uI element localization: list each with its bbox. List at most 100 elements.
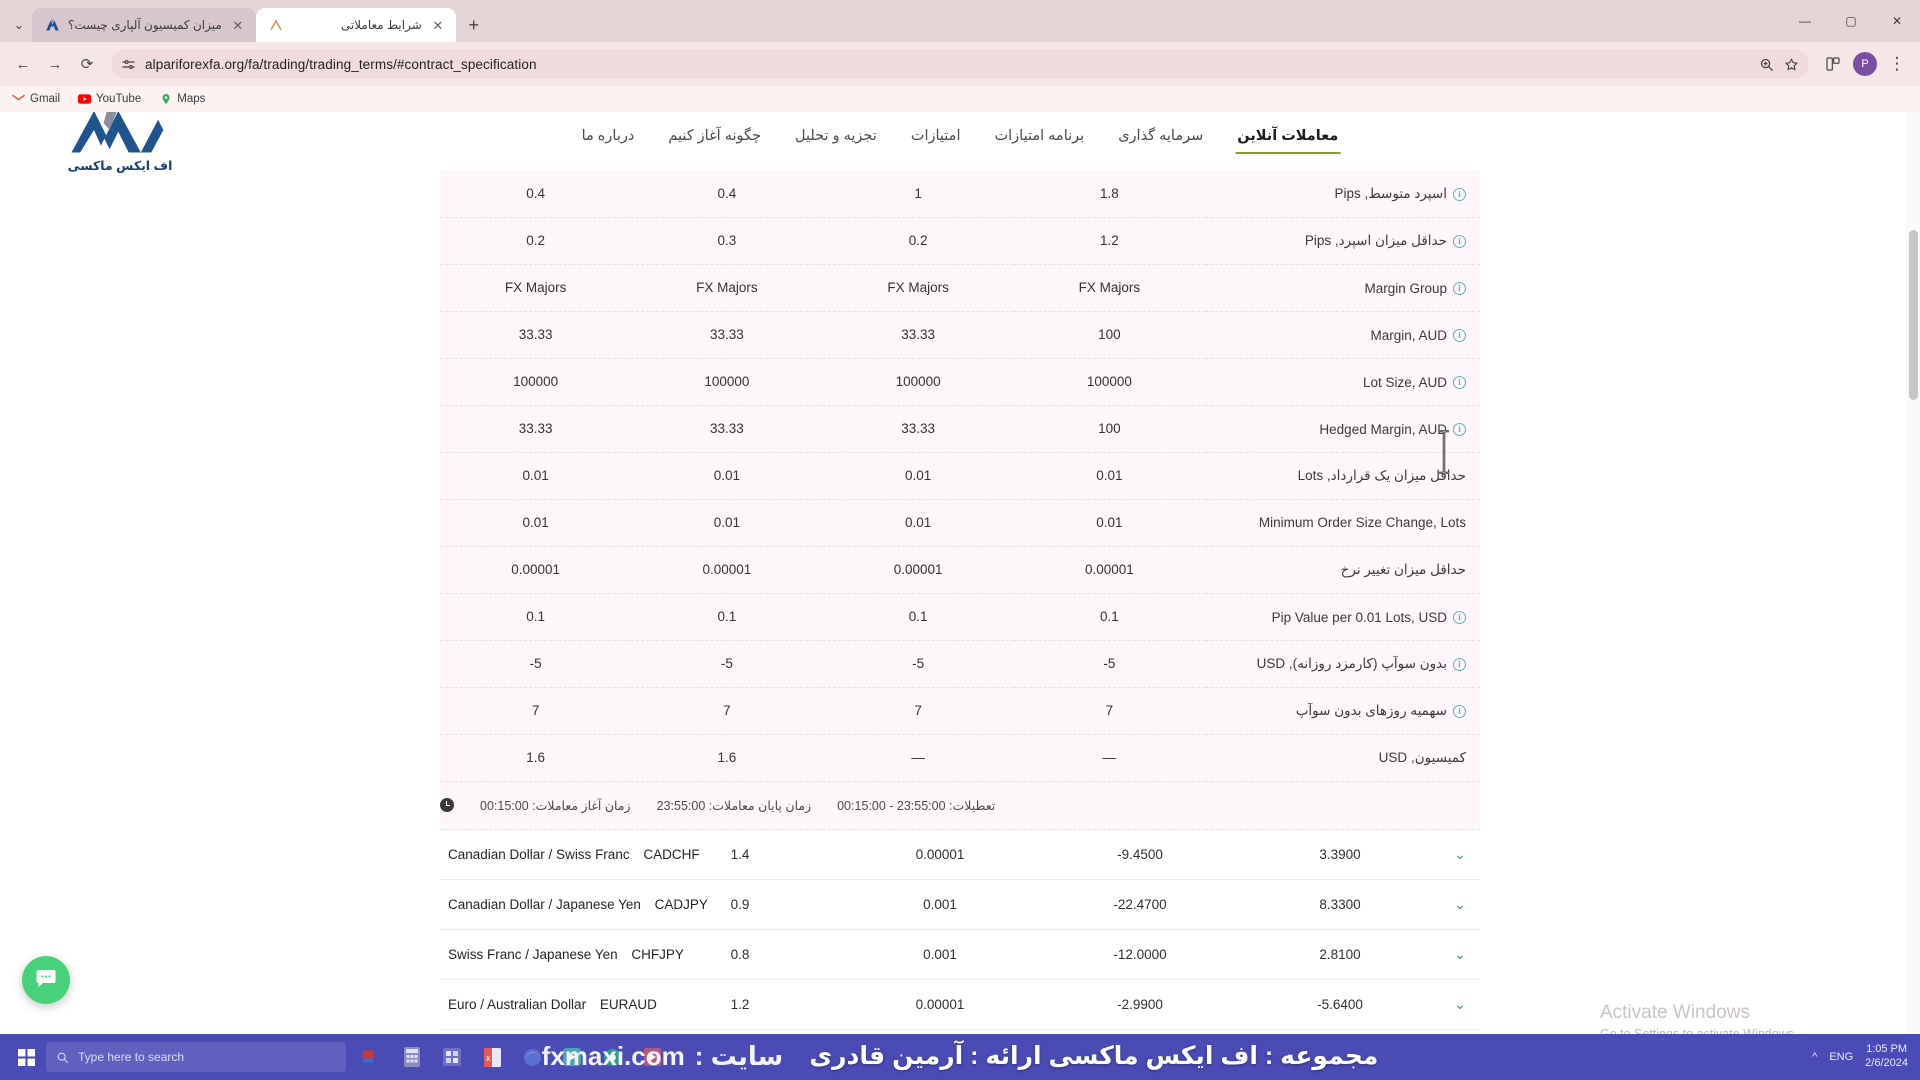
spec-row-label: کمیسیون, USD [1379, 750, 1466, 766]
table-row[interactable]: ⌄ -5.6400 -2.9900 0.00001 1.2 Euro / Aus… [440, 980, 1480, 1030]
reload-button[interactable]: ⟳ [72, 49, 102, 79]
tab-close-icon-1[interactable]: ✕ [430, 17, 446, 33]
taskbar-search-input[interactable]: Type here to search [46, 1042, 346, 1072]
info-icon[interactable]: i [1453, 188, 1466, 201]
info-icon[interactable]: i [1453, 329, 1466, 342]
row-label-cell: Lot Size, AUD i [1205, 358, 1480, 405]
spec-value-cell: 0.00001 [823, 546, 1014, 593]
info-icon[interactable]: i [1453, 235, 1466, 248]
expand-row-chevron-down-icon[interactable]: ⌄ [1440, 930, 1480, 980]
nav-item-points-program[interactable]: برنامه امتیازات [992, 122, 1086, 154]
nav-item-online-trading[interactable]: معاملات آنلاین [1235, 122, 1340, 154]
info-icon[interactable]: i [1453, 611, 1466, 624]
bookmark-maps[interactable]: Maps [159, 93, 205, 106]
windows-start-icon[interactable] [6, 1037, 46, 1077]
tab-close-icon-0[interactable]: ✕ [230, 17, 246, 33]
bookmark-gmail[interactable]: Gmail [12, 93, 60, 106]
zoom-icon[interactable] [1759, 57, 1774, 72]
tab-search-chevron-icon[interactable]: ⌄ [6, 8, 32, 42]
clock-icon [440, 798, 454, 812]
edge-icon[interactable] [514, 1039, 550, 1075]
taskbar-tray: ^ ENG 1:05 PM 2/6/2024 [1812, 1043, 1914, 1071]
spec-value-cell: -5 [823, 640, 1014, 687]
expand-row-chevron-down-icon[interactable]: ⌄ [1440, 880, 1480, 930]
site-settings-tune-icon[interactable] [121, 57, 136, 72]
spec-value-cell: 0.4 [440, 170, 631, 217]
browser-tab-0[interactable]: میزان کمیسیون آلپاری چیست؟ ✕ [32, 8, 256, 42]
nav-item-how-to-start[interactable]: چگونه آغاز کنیم [666, 122, 763, 154]
browser-menu-button[interactable]: ⋮ [1882, 49, 1912, 79]
main-nav: معاملات آنلاین سرمایه گذاری برنامه امتیا… [580, 122, 1341, 154]
spec-value-cell: 33.33 [440, 311, 631, 358]
maximize-button[interactable]: ▢ [1828, 0, 1874, 42]
minimize-button[interactable]: — [1782, 0, 1828, 42]
spec-row-label: حداقل میزان اسپرد, Pips [1305, 233, 1447, 249]
maps-icon [159, 93, 172, 106]
player-icon[interactable] [634, 1039, 670, 1075]
info-icon[interactable]: i [1453, 376, 1466, 389]
tray-language[interactable]: ENG [1829, 1051, 1853, 1063]
back-button[interactable]: ← [8, 49, 38, 79]
expand-row-chevron-down-icon[interactable]: ⌄ [1440, 980, 1480, 1030]
spec-value-cell: FX Majors [823, 264, 1014, 311]
overlay-site-prefix: سایت : [695, 1041, 784, 1072]
task-view-icon[interactable] [354, 1039, 390, 1075]
info-icon[interactable]: i [1453, 705, 1466, 718]
chat-widget-button[interactable] [22, 956, 70, 1004]
spec-value-cell: 0.3 [631, 217, 822, 264]
nav-item-points[interactable]: امتیازات [909, 122, 963, 154]
info-icon[interactable]: i [1453, 658, 1466, 671]
info-icon[interactable]: i [1453, 282, 1466, 295]
spec-value-cell: 100000 [440, 358, 631, 405]
address-bar[interactable]: alpariforexfa.org/fa/trading/trading_ter… [111, 49, 1809, 79]
spec-value-cell: 100000 [631, 358, 822, 405]
pair-full-name: Canadian Dollar / Swiss Franc [448, 847, 630, 862]
info-icon[interactable]: i [1453, 423, 1466, 436]
spec-value-cell: 1.6 [631, 734, 822, 781]
table-row[interactable]: ⌄ 8.3300 -22.4700 0.001 0.9 Canadian Dol… [440, 880, 1480, 930]
chat-bubble-icon [34, 966, 58, 995]
bookmark-youtube[interactable]: YouTube [78, 93, 141, 106]
browser-tab-1[interactable]: شرایط معاملاتی ✕ [256, 8, 456, 42]
nav-item-analysis[interactable]: تجزیه و تحلیل [793, 122, 879, 154]
bookmark-star-icon[interactable] [1784, 57, 1799, 72]
store-icon[interactable] [434, 1039, 470, 1075]
nav-item-investment[interactable]: سرمایه گذاری [1116, 122, 1205, 154]
close-window-button[interactable]: ✕ [1874, 0, 1920, 42]
spec-value-cell: 0.2 [440, 217, 631, 264]
activate-windows-title: Activate Windows [1600, 1002, 1880, 1024]
profile-avatar[interactable]: P [1850, 49, 1880, 79]
extensions-icon[interactable] [1818, 49, 1848, 79]
camtasia-icon[interactable] [554, 1039, 590, 1075]
spec-value-cell: 0.4 [631, 170, 822, 217]
spec-value-cell: 33.33 [631, 311, 822, 358]
spec-row-label: سهمیه روزهای بدون سوآپ [1296, 703, 1447, 719]
table-row: Margin, AUD i 100 33.33 33.33 33.33 [440, 311, 1480, 358]
site-logo[interactable]: اف ایکس ماکسی [55, 112, 185, 173]
expand-row-chevron-down-icon[interactable]: ⌄ [1440, 830, 1480, 880]
calculator-icon[interactable] [394, 1039, 430, 1075]
pair-name-cell: Canadian Dollar / Swiss Franc CADCHF [440, 830, 640, 880]
taskbar-search-placeholder: Type here to search [78, 1050, 184, 1064]
table-row: سهمیه روزهای بدون سوآپ i 7 7 7 7 [440, 687, 1480, 734]
pair-tick-size: 0.00001 [840, 830, 1040, 880]
profile-initial: P [1853, 52, 1877, 76]
page-scrollbar[interactable] [1906, 112, 1920, 1034]
chrome-icon[interactable] [594, 1039, 630, 1075]
new-tab-button[interactable]: + [460, 11, 488, 39]
scrollbar-thumb[interactable] [1909, 230, 1918, 400]
alpari-icon [268, 17, 284, 33]
table-row[interactable]: ⌄ 3.3900 -9.4500 0.00001 1.4 Canadian Do… [440, 830, 1480, 880]
pair-swap-short: -9.4500 [1040, 830, 1240, 880]
taskbar-clock[interactable]: 1:05 PM 2/6/2024 [1865, 1043, 1908, 1071]
table-row[interactable]: ⌄ 2.8100 -12.0000 0.001 0.8 Swiss Franc … [440, 930, 1480, 980]
row-label-cell: حداقل میزان اسپرد, Pips i [1205, 217, 1480, 264]
excel-icon[interactable]: x [474, 1039, 510, 1075]
overlay-credit-text: مجموعه : اف ایکس ماکسی ارائه : آرمین قاد… [809, 1041, 1378, 1071]
spec-value-cell: 33.33 [823, 311, 1014, 358]
tray-chevron-up-icon[interactable]: ^ [1812, 1051, 1817, 1063]
forward-button[interactable]: → [40, 49, 70, 79]
spec-value-cell: 1.2 [1014, 217, 1205, 264]
nav-item-about-us[interactable]: درباره ما [580, 122, 637, 154]
spec-value-cell: 0.00001 [631, 546, 822, 593]
